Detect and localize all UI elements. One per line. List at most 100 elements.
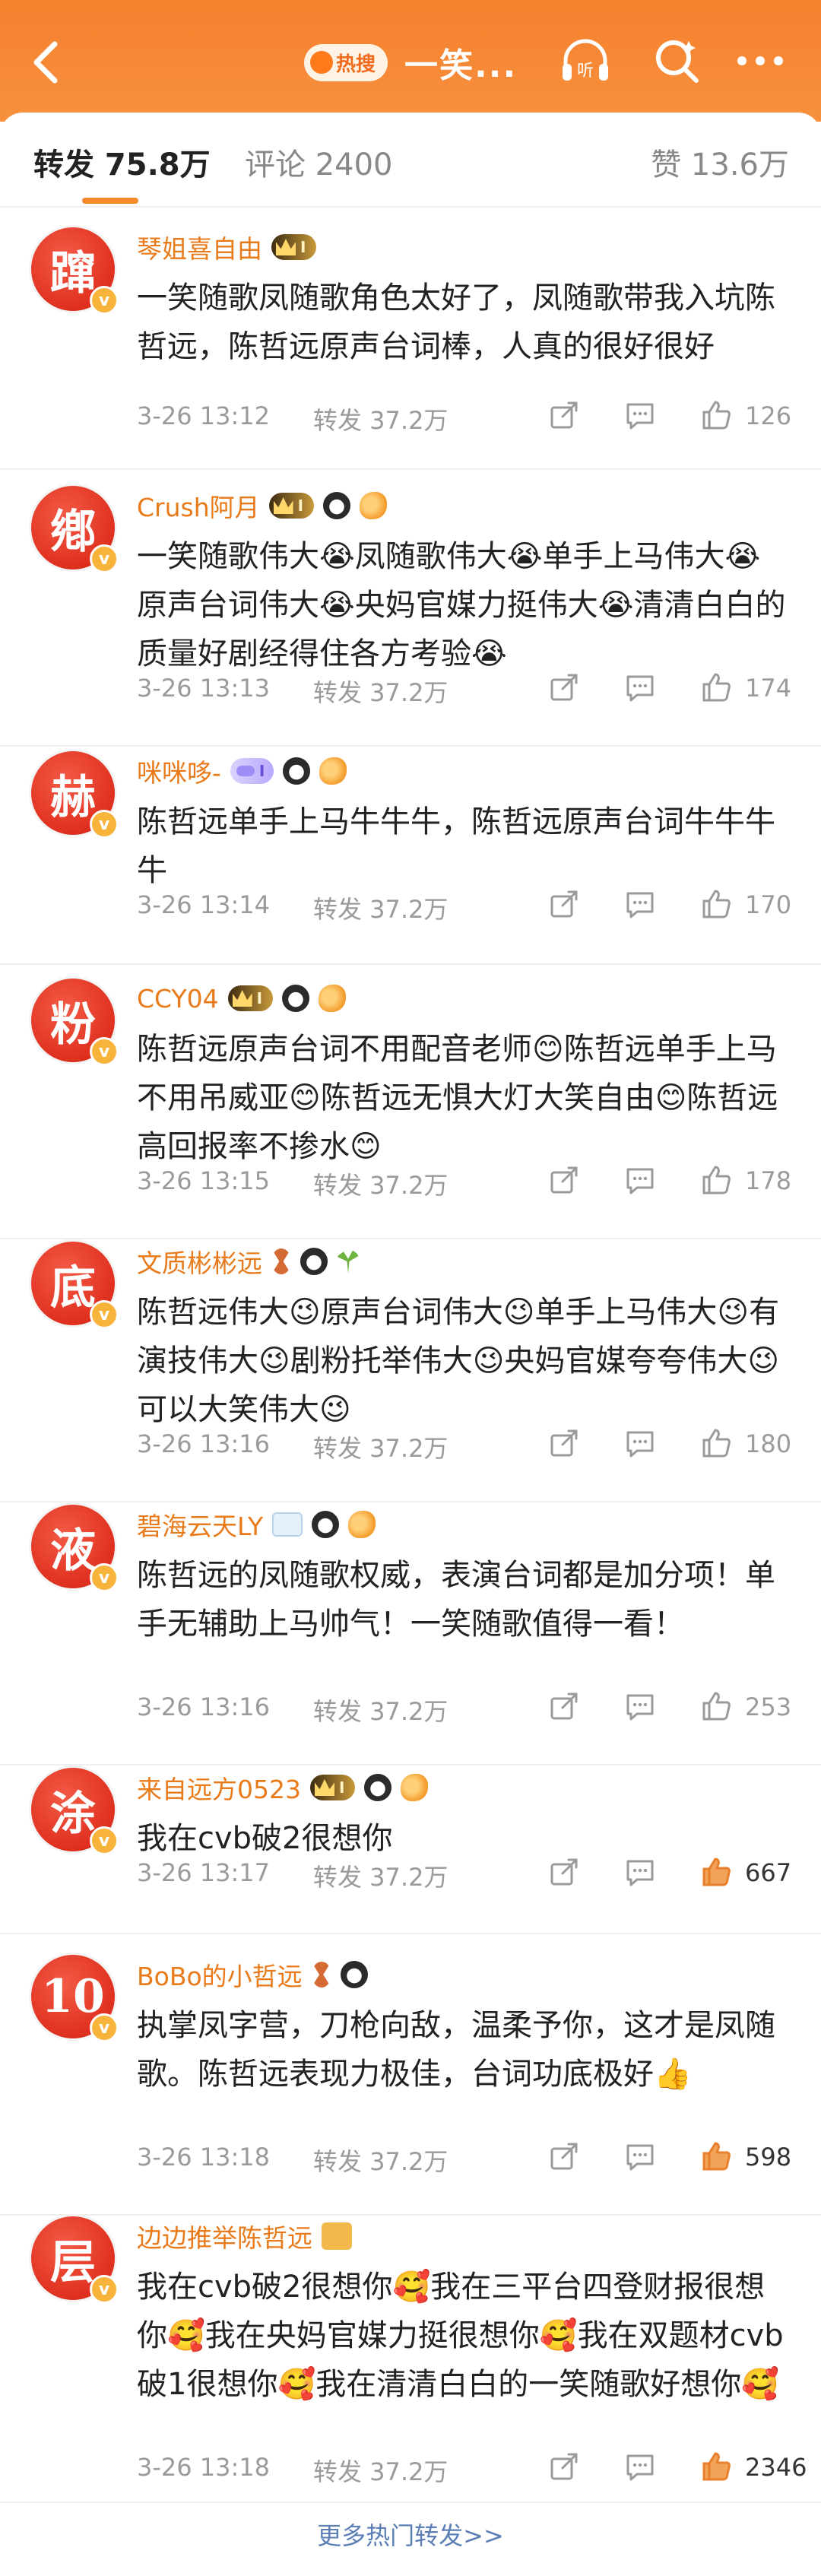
- repost-item[interactable]: 液 v 碧海云天LY 陈哲远的凤随歌权威，表演台词都是加分项！单手无辅助上马帅气！一笑…: [0, 1502, 821, 1765]
- like-count: 667: [745, 1858, 792, 1887]
- divider: [0, 468, 821, 470]
- repost-text: 陈哲远单手上马牛牛牛，陈哲远原声台词牛牛牛牛: [137, 804, 775, 888]
- avatar-char: 鄕: [50, 505, 96, 559]
- more-hot-reposts-link[interactable]: 更多热门转发>>: [0, 2517, 821, 2552]
- tab-like[interactable]: 赞 13.6万: [651, 140, 789, 184]
- username[interactable]: Crush阿月: [137, 487, 260, 524]
- listen-icon: 听: [563, 39, 608, 81]
- like-icon[interactable]: [699, 1426, 733, 1460]
- username-row: CCY04 I: [137, 979, 347, 1017]
- comment-icon[interactable]: [623, 1689, 657, 1723]
- repost-count: 转发 37.2万: [313, 1863, 449, 1892]
- panda-icon: [282, 985, 310, 1012]
- crown-icon: [314, 1779, 334, 1796]
- divider: [0, 1933, 821, 1934]
- repost-count: 转发 37.2万: [313, 1171, 449, 1200]
- verified-badge-icon: v: [90, 2275, 119, 2304]
- verified-badge-icon: v: [90, 1300, 119, 1329]
- like-icon[interactable]: [699, 1163, 733, 1197]
- username[interactable]: 来自远方0523: [137, 1769, 301, 1806]
- share-icon[interactable]: [547, 398, 581, 432]
- share-icon[interactable]: [547, 1163, 581, 1197]
- panda-icon: [340, 1961, 368, 1988]
- username[interactable]: 碧海云天LY: [137, 1506, 263, 1543]
- comment-icon[interactable]: [623, 2450, 657, 2483]
- pufferfish-icon: [401, 1774, 429, 1801]
- divider: [0, 745, 821, 747]
- top-bar: 热搜 一笑... 听: [0, 0, 821, 122]
- share-icon[interactable]: [547, 1689, 581, 1723]
- hourglass-icon: [271, 1248, 291, 1274]
- comment-icon[interactable]: [623, 887, 657, 921]
- repost-count: 转发 37.2万: [313, 2457, 449, 2486]
- username[interactable]: 琴姐喜自由: [137, 229, 262, 265]
- tab-repost[interactable]: 转发 75.8万: [33, 140, 211, 184]
- vip-crown-badge: I: [227, 985, 274, 1011]
- comment-icon[interactable]: [623, 1426, 657, 1460]
- repost-meta: 3-26 13:14 转发 37.2万 170: [137, 886, 806, 924]
- gift-icon: [322, 2222, 352, 2250]
- share-icon[interactable]: [547, 1855, 581, 1889]
- username[interactable]: CCY04: [137, 984, 219, 1014]
- repost-item[interactable]: 粉 v CCY04 I 陈哲远原声台词不用配音老师😊陈哲远单手上马不用吊威亚😊陈哲远无惧…: [0, 976, 821, 1239]
- comment-icon[interactable]: [623, 2140, 657, 2173]
- repost-text: 一笑随歌伟大😭凤随歌伟大😭单手上马伟大😭原声台词伟大😭央妈官媒力挺伟大😭清清白白…: [137, 539, 786, 671]
- like-icon[interactable]: [699, 1689, 733, 1723]
- back-button[interactable]: [23, 30, 68, 91]
- repost-count: 转发 37.2万: [313, 2147, 449, 2176]
- search-button[interactable]: [646, 30, 707, 91]
- username[interactable]: 咪咪哆-: [137, 753, 221, 789]
- comment-icon[interactable]: [623, 1163, 657, 1197]
- comment-icon[interactable]: [623, 398, 657, 432]
- repost-item[interactable]: 底 v 文质彬彬远 陈哲远伟大😉原声台词伟大😉单手上马伟大😉有演技伟大😉剧粉托举伟大😉…: [0, 1239, 821, 1502]
- divider: [0, 963, 821, 965]
- like-icon[interactable]: [699, 887, 733, 921]
- username[interactable]: BoBo的小哲远: [137, 1956, 303, 1993]
- repost-item[interactable]: 10 v BoBo的小哲远 执掌凤字营，刀枪向敌，温柔予你，这才是凤随歌。陈哲远表现力…: [0, 1953, 821, 2216]
- repost-item[interactable]: 赫 v 咪咪哆- I 陈哲远单手上马牛牛牛，陈哲远原声台词牛牛牛牛 3-26 13:14 转…: [0, 749, 821, 965]
- search-icon: [656, 40, 699, 83]
- like-icon[interactable]: [699, 2140, 733, 2173]
- repost-text: 执掌凤字营，刀枪向敌，温柔予你，这才是凤随歌。陈哲远表现力极佳，台词功底极好👍: [137, 2008, 775, 2092]
- repost-count: 转发 37.2万: [313, 895, 449, 924]
- sprout-icon: [337, 1250, 360, 1274]
- like-icon[interactable]: [699, 2450, 733, 2483]
- svg-text:听: 听: [577, 62, 594, 81]
- share-icon[interactable]: [547, 2140, 581, 2173]
- like-count: 174: [745, 674, 792, 703]
- like-icon[interactable]: [699, 398, 733, 432]
- repost-item[interactable]: 层 v 边边推举陈哲远 我在cvb破2很想你🥰我在三平台四登财报很想你🥰我在央妈官媒力…: [0, 2214, 821, 2503]
- repost-item[interactable]: 鄕 v Crush阿月 I 一笑随歌伟大😭凤随歌伟大😭单手上马伟大😭原声台词伟大😭央妈官…: [0, 484, 821, 747]
- verified-badge-icon: v: [90, 544, 119, 573]
- repost-count: 转发 37.2万: [313, 1697, 449, 1726]
- timestamp: 3-26 13:12: [137, 401, 271, 430]
- more-button[interactable]: [730, 30, 791, 91]
- hot-search-badge[interactable]: 热搜: [304, 43, 388, 81]
- verified-badge-icon: v: [90, 286, 119, 315]
- repost-item[interactable]: 涂 v 来自远方0523 I 我在cvb破2很想你 3-26 13:17 转发 37.2万 6…: [0, 1765, 821, 1934]
- crown-icon: [273, 497, 293, 514]
- like-icon[interactable]: [699, 671, 733, 704]
- hourglass-icon: [311, 1962, 331, 1988]
- tab-comment[interactable]: 评论 2400: [245, 140, 393, 184]
- share-icon[interactable]: [547, 887, 581, 921]
- username-row: 边边推举陈哲远: [137, 2217, 352, 2255]
- repost-count: 转发 37.2万: [313, 406, 449, 435]
- repost-item[interactable]: 蹿 v 琴姐喜自由 I 一笑随歌凤随歌角色太好了，凤随歌带我入坑陈哲远，陈哲远原声台词棒…: [0, 225, 821, 470]
- like-count: 170: [745, 890, 792, 919]
- header-title-group[interactable]: 热搜 一笑...: [304, 40, 517, 85]
- username[interactable]: 边边推举陈哲远: [137, 2218, 312, 2254]
- like-icon[interactable]: [699, 1855, 733, 1889]
- listen-button[interactable]: 听: [555, 30, 616, 91]
- share-icon[interactable]: [547, 1426, 581, 1460]
- comment-icon[interactable]: [623, 1855, 657, 1889]
- username[interactable]: 文质彬彬远: [137, 1243, 262, 1280]
- username-row: 碧海云天LY: [137, 1505, 376, 1543]
- share-icon[interactable]: [547, 2450, 581, 2483]
- share-icon[interactable]: [547, 671, 581, 704]
- username-row: 咪咪哆- I: [137, 752, 347, 790]
- verified-badge-icon: v: [90, 810, 119, 839]
- panda-icon: [283, 757, 311, 785]
- comment-icon[interactable]: [623, 671, 657, 704]
- vip-crown-badge: I: [271, 234, 317, 260]
